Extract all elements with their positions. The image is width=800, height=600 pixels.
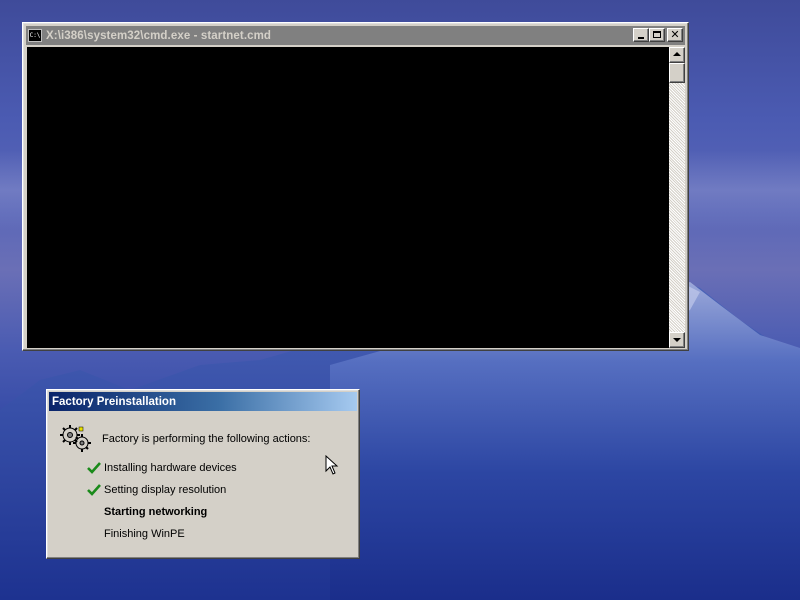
step-finishing-winpe: Finishing WinPE xyxy=(87,528,185,540)
minimize-button[interactable] xyxy=(633,28,649,42)
minimize-icon xyxy=(638,37,644,39)
factory-preinstallation-dialog[interactable]: Factory Preinstallation Factory is perfo… xyxy=(46,389,360,559)
step-label: Finishing WinPE xyxy=(104,528,185,540)
gears-icon xyxy=(60,425,91,452)
console-output-area[interactable] xyxy=(27,47,669,348)
step-label: Setting display resolution xyxy=(104,484,227,496)
factory-dialog-title: Factory Preinstallation xyxy=(52,395,176,408)
cmd-title-buttons: ✕ xyxy=(633,28,683,42)
scroll-up-button[interactable] xyxy=(669,47,685,63)
arrow-up-icon xyxy=(673,52,681,56)
step-label: Starting networking xyxy=(104,506,208,518)
checkmark-icon xyxy=(87,484,101,496)
close-icon: ✕ xyxy=(670,28,680,41)
checkmark-icon xyxy=(87,462,101,474)
step-label: Installing hardware devices xyxy=(104,462,237,474)
scroll-down-button[interactable] xyxy=(669,332,685,348)
factory-header: Factory is performing the following acti… xyxy=(59,424,310,454)
desktop: C:\ X:\i386\system32\cmd.exe - startnet.… xyxy=(0,0,800,600)
factory-titlebar[interactable]: Factory Preinstallation xyxy=(49,392,357,411)
close-button[interactable]: ✕ xyxy=(667,28,683,42)
mouse-pointer-icon xyxy=(325,455,339,475)
console-app-icon[interactable]: C:\ xyxy=(28,29,42,42)
step-installing-hardware: Installing hardware devices xyxy=(87,462,237,474)
cmd-window-title: X:\i386\system32\cmd.exe - startnet.cmd xyxy=(46,29,272,42)
scrollbar-thumb[interactable] xyxy=(669,63,685,83)
arrow-down-icon xyxy=(673,338,681,342)
console-vertical-scrollbar[interactable] xyxy=(669,47,685,348)
cmd-titlebar[interactable]: C:\ X:\i386\system32\cmd.exe - startnet.… xyxy=(26,26,685,45)
maximize-icon xyxy=(653,31,661,38)
factory-intro-text: Factory is performing the following acti… xyxy=(102,433,311,445)
step-setting-display: Setting display resolution xyxy=(87,484,226,496)
step-starting-networking: Starting networking xyxy=(87,506,207,518)
cmd-window[interactable]: C:\ X:\i386\system32\cmd.exe - startnet.… xyxy=(22,22,689,351)
maximize-button[interactable] xyxy=(649,28,665,42)
